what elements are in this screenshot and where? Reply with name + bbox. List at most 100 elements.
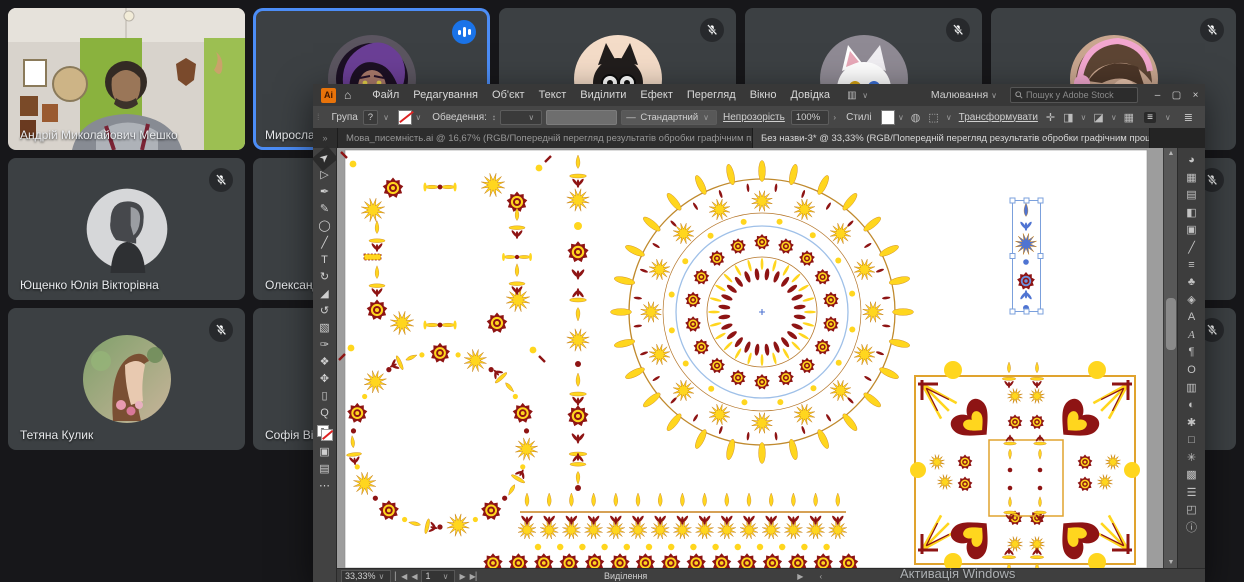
menu-6[interactable]: Перегляд xyxy=(687,89,736,101)
paintbrush-tool-icon[interactable]: ╱ xyxy=(315,235,335,252)
opacity-expand-icon[interactable]: › xyxy=(833,113,836,122)
ellipse-tool-icon[interactable]: ◯ xyxy=(315,218,335,235)
artboards-panel-icon[interactable]: ▩ xyxy=(1181,466,1203,484)
mute-indicator xyxy=(1200,18,1224,42)
workspace-switcher[interactable]: Малювання∨ xyxy=(931,89,1000,101)
next-artboard-icon[interactable]: ▶ xyxy=(459,572,465,581)
zoom-select[interactable]: 33,33%∨ xyxy=(341,570,391,582)
menu-2[interactable]: Об'єкт xyxy=(492,89,525,101)
menu-5[interactable]: Ефект xyxy=(640,89,672,101)
symbols-panel-icon[interactable]: ♣ xyxy=(1181,274,1203,292)
canvas[interactable] xyxy=(337,148,1163,568)
document-tab-1[interactable]: Мова_писемність.ai @ 16,67% (RGB/Поперед… xyxy=(338,128,753,148)
brush-definition-select[interactable]: — Стандартний∨ xyxy=(621,110,717,125)
style-swatch[interactable] xyxy=(881,110,895,125)
last-artboard-icon[interactable]: ▶▏ xyxy=(470,572,482,581)
mic-off-icon xyxy=(705,23,719,37)
maximize-button[interactable]: ▢ xyxy=(1167,85,1186,106)
first-artboard-icon[interactable]: ▏◀ xyxy=(395,572,407,581)
menu-0[interactable]: Файл xyxy=(372,89,399,101)
prev-artboard-icon[interactable]: ◀ xyxy=(411,572,417,581)
eyedropper-tool-icon[interactable]: ✑ xyxy=(315,337,335,354)
menu-8[interactable]: Довідка xyxy=(790,89,830,101)
draw-mode-icon[interactable]: ▣ xyxy=(315,444,335,461)
layers-panel-icon[interactable]: ◈ xyxy=(1181,291,1203,309)
curvature-tool-icon[interactable]: ✎ xyxy=(315,201,335,218)
swatches-panel-icon[interactable]: ▦ xyxy=(1181,169,1203,187)
flip-horizontal-icon[interactable]: ◨ xyxy=(1063,111,1073,124)
transform-link[interactable]: Трансформувати xyxy=(959,112,1038,123)
eraser-tool-icon[interactable]: ◢ xyxy=(315,286,335,303)
free-transform-tool-icon[interactable]: ↺ xyxy=(315,303,335,320)
panel-dock-icon[interactable]: ≡ xyxy=(1144,112,1156,123)
stroke-width-select[interactable]: ∨ xyxy=(500,110,542,125)
grid-view-icon[interactable]: ▦ xyxy=(1124,111,1134,124)
adobe-stock-search[interactable]: Пошук у Adobe Stock xyxy=(1010,87,1138,103)
artboard-select[interactable]: 1∨ xyxy=(421,570,455,582)
flip-vertical-icon[interactable]: ◪ xyxy=(1093,111,1103,124)
select-similar-icon[interactable]: ⬚ xyxy=(928,111,938,124)
tab-overflow-icon[interactable]: » xyxy=(313,128,338,148)
menu-4[interactable]: Виділити xyxy=(580,89,626,101)
glyphs-panel-icon[interactable]: A xyxy=(1181,326,1203,344)
stroke-panel-icon[interactable]: ≡ xyxy=(1181,256,1203,274)
menu-1[interactable]: Редагування xyxy=(413,89,478,101)
participant-tile[interactable]: Андрій Миколайович Мешко xyxy=(8,8,245,150)
gradient-swatch-panel-icon[interactable]: ▥ xyxy=(1181,379,1203,397)
close-button[interactable]: × xyxy=(1186,85,1205,106)
participant-tile[interactable]: Ющенко Юлія Вікторівна xyxy=(8,158,245,300)
scroll-left-icon[interactable]: ‹ xyxy=(819,572,822,581)
hand-tool-icon[interactable]: ✥ xyxy=(315,371,335,388)
gradient-tool-icon[interactable]: ▧ xyxy=(315,320,335,337)
pages-panel-icon[interactable]: ▣ xyxy=(1181,221,1203,239)
participant-name: Андрій Миколайович Мешко xyxy=(20,128,178,142)
menu-3[interactable]: Текст xyxy=(539,89,567,101)
variable-width-select[interactable] xyxy=(546,110,617,125)
recolor-artwork-icon[interactable]: ◍ xyxy=(911,111,921,124)
document-tab-2[interactable]: Без назви-3* @ 33,33% (RGB/Попередній пе… xyxy=(753,128,1150,148)
menu-7[interactable]: Вікно xyxy=(750,89,777,101)
fill-unknown-button[interactable]: ? xyxy=(363,110,378,125)
fill-stroke-swatches[interactable]: ? xyxy=(317,425,333,441)
minimize-button[interactable]: – xyxy=(1148,85,1167,106)
blend-tool-icon[interactable]: ❖ xyxy=(315,354,335,371)
more-tools-icon[interactable]: ⋯ xyxy=(315,478,335,495)
settings-panel-icon[interactable]: ✳ xyxy=(1181,449,1203,467)
vertical-scrollbar[interactable]: ▲ ▼ xyxy=(1163,148,1178,568)
pen-tool-icon[interactable]: ✒ xyxy=(315,184,335,201)
rotate-tool-icon[interactable]: ↻ xyxy=(315,269,335,286)
paragraph-panel-icon[interactable]: ¶ xyxy=(1181,344,1203,362)
color-panel-icon[interactable]: ◕ xyxy=(1181,151,1203,169)
info-panel-icon[interactable]: ⓘ xyxy=(1181,519,1203,537)
character-panel-icon[interactable]: A xyxy=(1181,309,1203,327)
participant-tile[interactable]: Тетяна Кулик xyxy=(8,308,245,450)
scroll-up-icon[interactable]: ▲ xyxy=(1164,150,1178,157)
zoom-tool-icon[interactable]: Q xyxy=(315,405,335,422)
gradient-panel-icon[interactable]: ◧ xyxy=(1181,204,1203,222)
stroke-stepper-icon[interactable]: ↕ xyxy=(492,113,496,122)
screen-mode-icon[interactable]: ▤ xyxy=(315,461,335,478)
graphic-styles-panel-icon[interactable]: □ xyxy=(1181,431,1203,449)
align-icon[interactable]: ✛ xyxy=(1046,111,1055,124)
stroke-swatch[interactable] xyxy=(321,429,333,441)
appearance-panel-icon[interactable]: ✱ xyxy=(1181,414,1203,432)
pathfinder-panel-icon[interactable]: ◰ xyxy=(1181,501,1203,519)
type-tool-icon[interactable]: T xyxy=(315,252,335,269)
home-icon[interactable]: ⌂ xyxy=(344,88,351,102)
illustrator-logo-icon[interactable]: Ai xyxy=(321,88,336,103)
libraries-panel-icon[interactable]: ▤ xyxy=(1181,186,1203,204)
opacity-value[interactable]: 100% xyxy=(791,110,830,125)
scrollbar-thumb[interactable] xyxy=(1166,298,1176,350)
arrange-documents-icon[interactable]: ▥ ∨ xyxy=(847,90,871,101)
stroke-none-swatch[interactable] xyxy=(398,110,412,125)
artboard-tool-icon[interactable]: ▯ xyxy=(315,388,335,405)
scroll-down-icon[interactable]: ▼ xyxy=(1164,559,1178,566)
options-menu-icon[interactable]: ≣ xyxy=(1184,111,1193,124)
document-tab-bar: » Мова_писемність.ai @ 16,67% (RGB/Попер… xyxy=(313,128,1205,148)
brushes-panel-icon[interactable]: ╱ xyxy=(1181,239,1203,257)
status-expand-icon[interactable]: ▶ xyxy=(797,572,803,581)
opacity-link[interactable]: Непрозорість xyxy=(723,112,785,123)
align-panel-icon[interactable]: ☰ xyxy=(1181,484,1203,502)
opentype-panel-icon[interactable]: O xyxy=(1181,361,1203,379)
transparency-panel-icon[interactable]: ◐ xyxy=(1181,396,1203,414)
